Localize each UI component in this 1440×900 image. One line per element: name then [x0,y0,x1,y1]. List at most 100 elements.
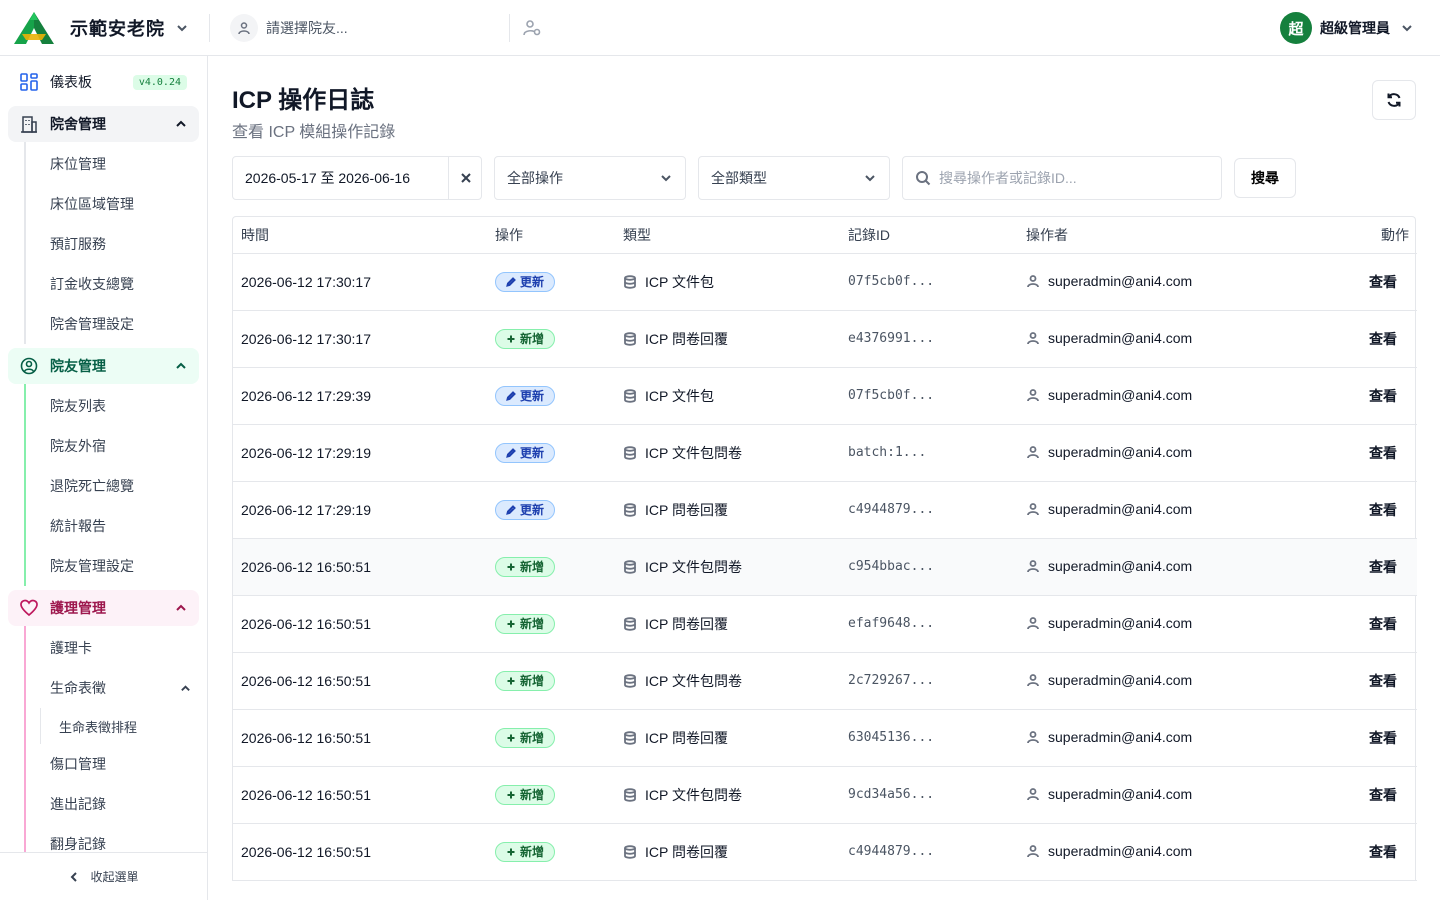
refresh-button[interactable] [1372,80,1416,120]
user-icon [1027,844,1039,857]
user-menu[interactable]: 超 超級管理員 [1280,12,1414,44]
user-icon [1027,787,1039,800]
operation-label: 更新 [520,446,545,460]
view-link[interactable]: 查看 [1298,310,1417,368]
sidebar-item-deposit[interactable]: 訂金收支總覽 [26,264,207,304]
col-record-id: 記錄ID [840,217,1018,254]
sidebar-item-facility-settings[interactable]: 院舍管理設定 [26,304,207,344]
view-link[interactable]: 查看 [1298,709,1417,767]
brand-name: 示範安老院 [70,18,165,39]
table-row: 2026-06-12 17:30:17 新增 ICP 問卷回覆 e4376991...… [233,310,1417,368]
sidebar-item-bed[interactable]: 床位管理 [26,144,207,184]
search-input[interactable] [939,170,1219,186]
type-label: ICP 問卷回覆 [645,330,728,347]
type-label: ICP 文件包問卷 [645,786,742,803]
operation-cell: 新增 [487,709,615,767]
operation-select[interactable]: 全部操作 [494,156,686,200]
operation-cell: 更新 [487,253,615,311]
sidebar-item-wound[interactable]: 傷口管理 [26,744,207,784]
date-range-value: 2026-05-17 至 2026-06-16 [233,157,449,199]
vital-signs-label: 生命表徵 [50,680,106,696]
view-link[interactable]: 查看 [1298,253,1417,311]
operator-cell: superadmin@ani4.com [1018,709,1298,767]
sidebar-item-vital-signs[interactable]: 生命表徵 [26,668,207,708]
chevron-up-icon [176,362,186,369]
operation-badge: 新增 [495,556,556,577]
sidebar-group-facility[interactable]: 院舍管理 [8,106,199,142]
view-link[interactable]: 查看 [1298,766,1417,824]
brand-switcher[interactable]: 示範安老院 [0,11,210,44]
group-label: 護理管理 [50,600,106,616]
user-icon [1027,502,1039,515]
operation-badge: 新增 [495,670,556,691]
refresh-icon [1387,93,1401,107]
sidebar-item-stats[interactable]: 統計報告 [26,506,207,546]
sidebar-item-resident-settings[interactable]: 院友管理設定 [26,546,207,586]
dashboard-label: 儀表板 [50,74,92,90]
table-row: 2026-06-12 16:50:51 新增 ICP 問卷回覆 efaf9648...… [233,595,1417,653]
operation-badge: 新增 [495,841,556,862]
sidebar-item-discharge[interactable]: 退院死亡總覽 [26,466,207,506]
avatar: 超 [1280,12,1312,44]
view-link[interactable]: 查看 [1298,652,1417,710]
date-range-picker[interactable]: 2026-05-17 至 2026-06-16 [232,156,482,200]
time-cell: 2026-06-12 17:29:19 [233,481,487,539]
user-settings-icon[interactable] [522,18,542,38]
sidebar-group-nursing[interactable]: 護理管理 [8,590,199,626]
sidebar-item-vital-schedule[interactable]: 生命表徵排程 [40,708,207,744]
database-icon [624,388,636,403]
table-row: 2026-06-12 16:50:51 新增 ICP 文件包問卷 9cd34a56..… [233,766,1417,824]
sidebar-item-care-card[interactable]: 護理卡 [26,628,207,668]
sidebar-group-residents[interactable]: 院友管理 [8,348,199,384]
collapse-menu-button[interactable]: 收起選單 [0,852,207,900]
record-id-cell: efaf9648... [840,595,1018,653]
time-cell: 2026-06-12 16:50:51 [233,823,487,881]
record-id-cell: e4376991... [840,310,1018,368]
type-label: ICP 文件包 [645,273,714,290]
plus-icon [507,335,515,342]
view-link[interactable]: 查看 [1298,538,1417,596]
heart-icon [20,599,38,617]
operation-cell: 新增 [487,823,615,881]
resident-selector[interactable]: 請選擇院友... [230,13,510,42]
type-cell: ICP 文件包問卷 [615,538,840,596]
sidebar-item-bed-area[interactable]: 床位區域管理 [26,184,207,224]
table-row: 2026-06-12 17:29:19 更新 ICP 問卷回覆 c4944879...… [233,481,1417,539]
operator-label: superadmin@ani4.com [1048,557,1193,574]
record-id-cell: c4944879... [840,481,1018,539]
col-action: 動作 [1298,217,1417,254]
view-link[interactable]: 查看 [1298,595,1417,653]
time-cell: 2026-06-12 16:50:51 [233,538,487,596]
search-button[interactable]: 搜尋 [1234,158,1296,198]
user-icon [1027,730,1039,743]
type-select[interactable]: 全部類型 [698,156,890,200]
operation-label: 新增 [520,788,545,802]
operator-cell: superadmin@ani4.com [1018,424,1298,482]
close-icon[interactable] [459,171,473,185]
operator-cell: superadmin@ani4.com [1018,823,1298,881]
view-link[interactable]: 查看 [1298,424,1417,482]
database-icon [624,844,636,859]
sidebar-item-resident-leave[interactable]: 院友外宿 [26,426,207,466]
sidebar-item-in-out[interactable]: 進出記錄 [26,784,207,824]
operation-cell: 新增 [487,766,615,824]
sidebar-item-dashboard[interactable]: 儀表板 v4.0.24 [8,62,199,102]
view-link[interactable]: 查看 [1298,823,1417,881]
operator-cell: superadmin@ani4.com [1018,595,1298,653]
operator-label: superadmin@ani4.com [1048,386,1193,403]
user-name: 超級管理員 [1320,20,1390,36]
view-link[interactable]: 查看 [1298,481,1417,539]
sidebar-item-resident-list[interactable]: 院友列表 [26,386,207,426]
operator-label: superadmin@ani4.com [1048,329,1193,346]
database-icon [624,445,636,460]
operation-badge: 更新 [495,499,556,520]
view-link[interactable]: 查看 [1298,367,1417,425]
user-circle-icon [20,357,38,375]
time-cell: 2026-06-12 16:50:51 [233,652,487,710]
building-icon [21,116,37,133]
col-operation: 操作 [487,217,615,254]
sidebar-item-booking[interactable]: 預訂服務 [26,224,207,264]
pencil-icon [506,447,516,458]
record-id-cell: 07f5cb0f... [840,253,1018,311]
operation-label: 新增 [520,674,545,688]
